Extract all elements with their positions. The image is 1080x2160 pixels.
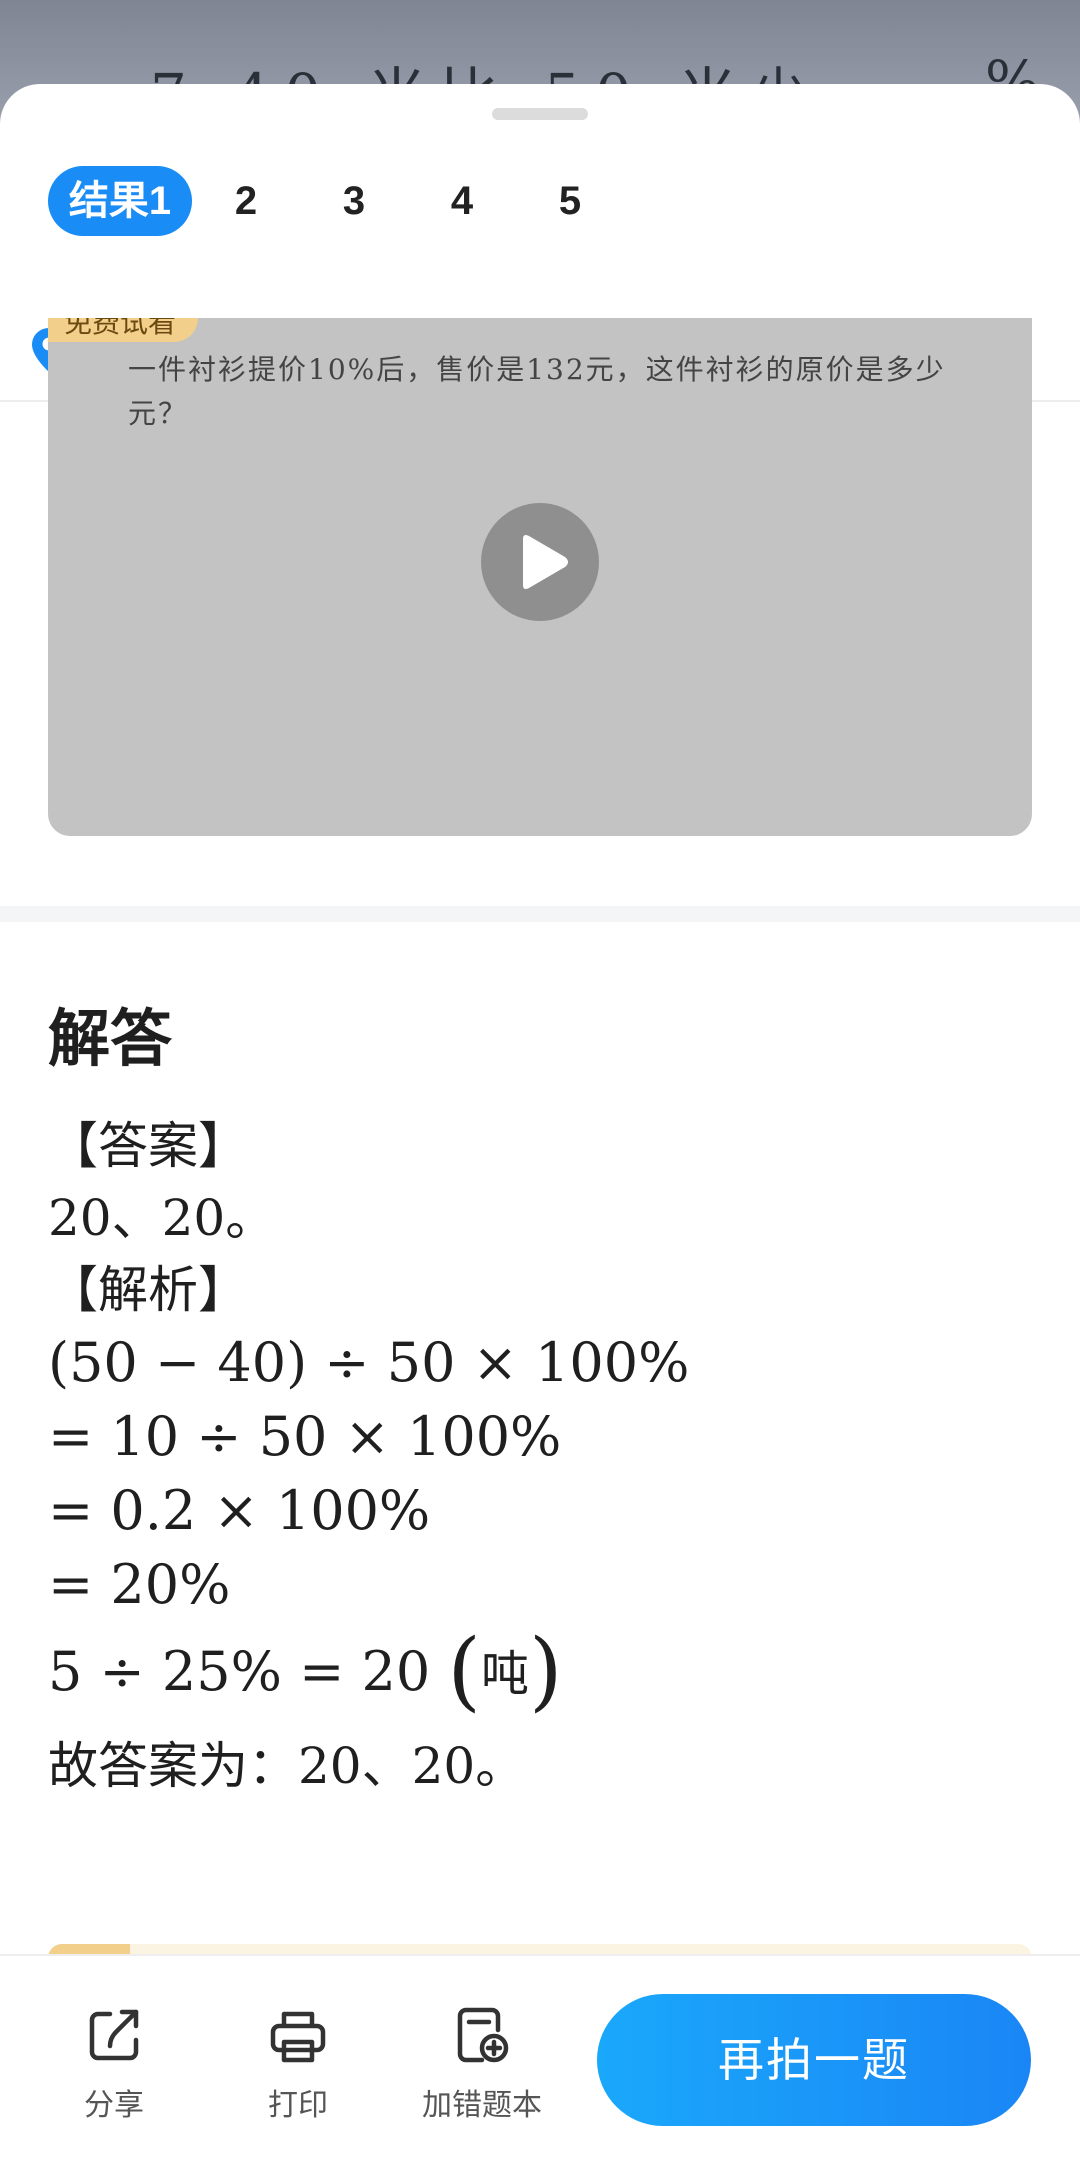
answer-body: 【答案】 20、20。 【解析】 (50 − 40) ÷ 50 × 100% =… — [48, 1110, 1032, 1802]
bottom-toolbar: 分享 打印 加错题本 再拍一题 — [0, 1954, 1080, 2160]
share-label: 分享 — [84, 2088, 144, 2123]
add-wrongbook-button[interactable]: 加错题本 — [402, 2006, 562, 2124]
result-tabs: 结果1 2 3 4 5 — [48, 166, 624, 236]
section-divider — [0, 906, 1080, 922]
share-button[interactable]: 分享 — [34, 2006, 194, 2124]
print-label: 打印 — [268, 2088, 328, 2123]
share-icon — [89, 2009, 139, 2061]
result-tab-4[interactable]: 4 — [408, 166, 516, 236]
video-question-text: 一件衬衫提价10%后，售价是132元，这件衬衫的原价是多少元？ — [128, 353, 946, 430]
play-icon — [523, 535, 568, 589]
play-button[interactable] — [481, 503, 599, 621]
add-wrongbook-icon — [457, 2007, 509, 2063]
analysis-header: 【解析】 — [48, 1261, 248, 1319]
solution-step-1: (50 − 40) ÷ 50 × 100% — [48, 1331, 690, 1394]
print-button[interactable]: 打印 — [218, 2006, 378, 2124]
add-wrongbook-label: 加错题本 — [422, 2088, 542, 2123]
conclusion-text: 故答案为：20、20。 — [48, 1737, 526, 1795]
step-5-unit: 吨 — [480, 1646, 529, 1702]
step-5-open-paren: ( — [447, 1621, 481, 1721]
retake-button[interactable]: 再拍一题 — [597, 1994, 1031, 2126]
printer-icon — [270, 2011, 326, 2063]
solution-step-5: 5 ÷ 25% = 20 (吨) — [48, 1622, 1032, 1724]
result-tab-5[interactable]: 5 — [516, 166, 624, 236]
step-5-close-paren: ) — [529, 1621, 563, 1721]
solution-step-3: = 0.2 × 100% — [48, 1479, 431, 1542]
solution-step-2: = 10 ÷ 50 × 100% — [48, 1405, 562, 1468]
result-tab-1[interactable]: 结果1 — [48, 166, 192, 236]
free-trial-badge: 免费试看 — [48, 318, 198, 342]
drag-handle[interactable] — [492, 108, 588, 120]
answer-value: 20、20。 — [48, 1189, 276, 1247]
result-tab-3[interactable]: 3 — [300, 166, 408, 236]
step-5-expression: 5 ÷ 25% = 20 — [48, 1640, 431, 1703]
solution-step-4: = 20% — [48, 1553, 231, 1616]
answer-title: 解答 — [48, 1002, 173, 1075]
answer-header: 【答案】 — [48, 1117, 248, 1175]
video-player[interactable]: 免费试看 一件衬衫提价10%后，售价是132元，这件衬衫的原价是多少元？ — [48, 318, 1032, 836]
result-tab-2[interactable]: 2 — [192, 166, 300, 236]
